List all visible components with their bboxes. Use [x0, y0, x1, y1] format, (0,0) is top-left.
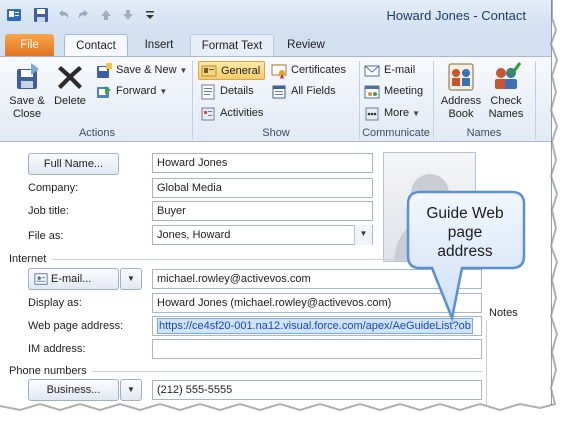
- callout-line-3: address: [437, 243, 493, 260]
- callout-text: Guide Web page address: [412, 204, 518, 261]
- callout-line-2: page: [447, 224, 483, 241]
- callout-line-1: Guide Web: [426, 205, 504, 222]
